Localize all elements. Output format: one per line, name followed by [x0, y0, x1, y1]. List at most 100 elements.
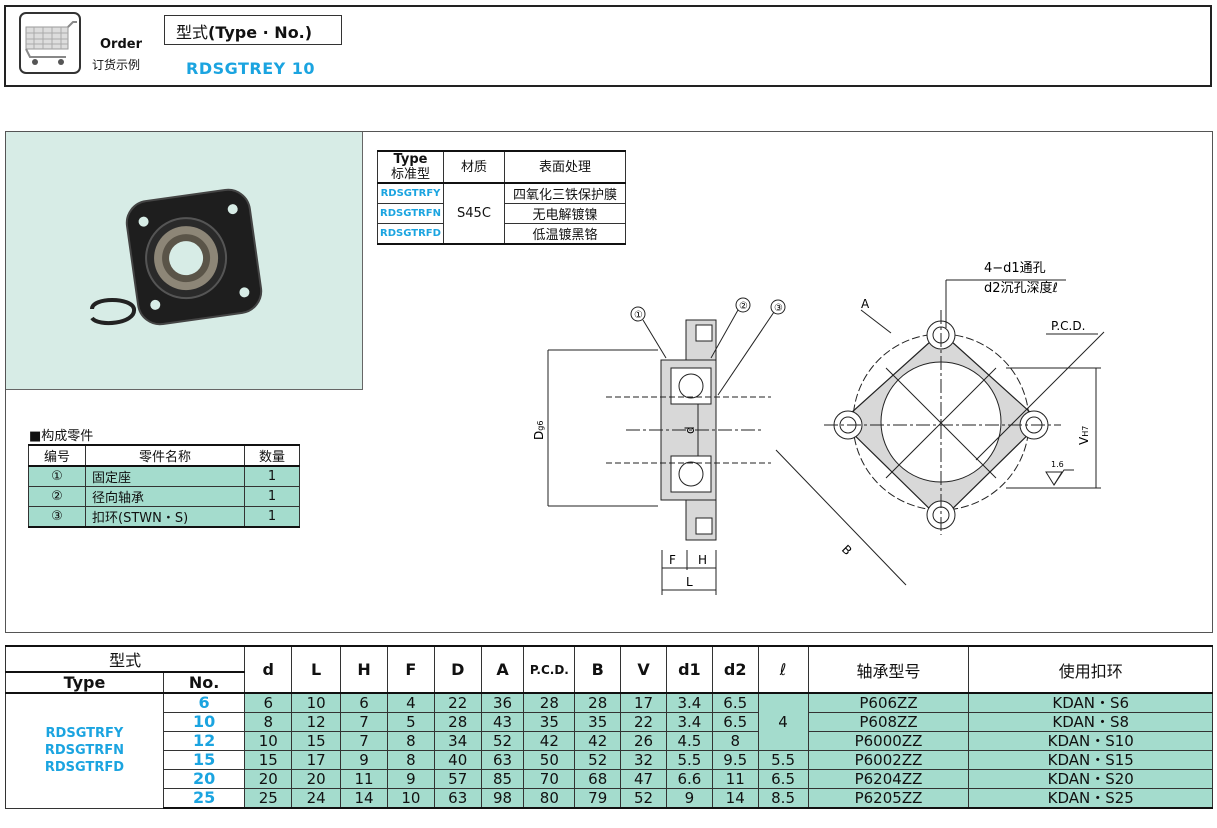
spec-header-type: Type: [5, 671, 164, 694]
spec-cell: 4: [386, 692, 435, 713]
part-num: ①: [28, 465, 86, 487]
spec-cell: 68: [574, 769, 622, 789]
type-number-label: (Type · No.): [208, 23, 313, 42]
spec-ell: 5.5: [757, 750, 809, 770]
spec-cell: 10: [291, 692, 342, 713]
callout-3: ③: [774, 303, 783, 314]
spec-cell: 11: [340, 769, 388, 789]
spec-col-a: A: [480, 645, 525, 694]
spec-type-code: RDSGTRFY: [45, 726, 124, 742]
spec-col-bearing: 轴承型号: [807, 645, 970, 694]
spec-cell: 17: [291, 750, 342, 770]
spec-cell: 3.4: [665, 712, 713, 732]
spec-no: 12: [162, 731, 246, 751]
spec-cell: 8: [711, 731, 759, 751]
spec-cell: 8: [244, 712, 293, 732]
spec-cell: 52: [574, 750, 622, 770]
spec-cell: 4.5: [665, 731, 713, 751]
spec-row: RDSGTRFY RDSGTRFN RDSGTRFD 6 6 10 6 4 22 36 28 28 17…: [5, 692, 1213, 809]
spec-cell: 11: [711, 769, 759, 789]
dim-v-sub: H7: [1081, 426, 1090, 437]
spec-col-big-d: D: [433, 645, 482, 694]
product-panel: Type 标准型 材质 表面处理 RDSGTRFY S45C 四氧化三铁保护膜 R…: [5, 131, 1213, 633]
dim-f: F: [669, 553, 676, 567]
spec-col-f: F: [386, 645, 435, 694]
material-header-surface: 表面处理: [503, 150, 626, 184]
spec-cell: 26: [620, 731, 667, 751]
parts-header-num: 编号: [28, 444, 86, 467]
spec-header-no: No.: [162, 671, 246, 694]
material-row-code: RDSGTRFN: [377, 203, 444, 224]
dim-a: A: [861, 297, 870, 311]
spec-col-b: B: [574, 645, 622, 694]
spec-cell: 43: [480, 712, 525, 732]
material-header-type: Type 标准型: [377, 150, 444, 184]
parts-row: ② 径向轴承 1: [28, 486, 300, 507]
spec-ell: 8.5: [757, 788, 809, 809]
spec-col-pcd: P.C.D.: [523, 645, 576, 694]
spec-row: 20 20 20 11 9 57 85 70 68 47 6.6 11 6.5 P6204ZZ KDAN・S…: [6, 769, 1213, 789]
spec-cell: 9: [386, 769, 435, 789]
side-section-view: [547, 297, 786, 595]
spec-cell: 7: [340, 731, 388, 751]
spec-no: 20: [162, 769, 246, 789]
spec-ring: KDAN・S8: [968, 712, 1213, 732]
type-prefix: 型式: [176, 23, 209, 42]
spec-cell: 5.5: [665, 750, 713, 770]
material-header-material: 材质: [442, 150, 505, 184]
spec-cell: 5: [386, 712, 435, 732]
hole-note-2: d2沉孔深度ℓ: [984, 280, 1058, 296]
material-row-code: RDSGTRFY: [377, 182, 444, 204]
spec-cell: 63: [433, 788, 482, 809]
spec-cell: 35: [574, 712, 622, 732]
spec-ring: KDAN・S25: [968, 788, 1213, 809]
spec-bearing: P6205ZZ: [807, 788, 970, 809]
spec-bearing: P606ZZ: [807, 692, 970, 713]
spec-bearing: P6000ZZ: [807, 731, 970, 751]
spec-cell: 57: [433, 769, 482, 789]
callout-1: ①: [634, 310, 643, 321]
order-label-cn: 订货示例: [92, 58, 141, 72]
dim-d: d: [683, 426, 697, 434]
part-name: 固定座: [85, 465, 245, 487]
spec-no: 25: [162, 788, 246, 809]
spec-col-d1: d1: [665, 645, 713, 694]
hole-note-1: 4−d1通孔: [984, 261, 1046, 276]
spec-cell: 9: [665, 788, 713, 809]
material-row-code: RDSGTRFD: [377, 223, 444, 245]
spec-ell: 6.5: [757, 769, 809, 789]
spec-cell: 47: [620, 769, 667, 789]
order-label: Order: [100, 37, 142, 52]
spec-cell: 10: [244, 731, 293, 751]
spec-col-h: H: [340, 645, 388, 694]
material-table: Type 标准型 材质 表面处理 RDSGTRFY S45C 四氧化三铁保护膜 R…: [377, 150, 626, 245]
spec-ring: KDAN・S20: [968, 769, 1213, 789]
parts-header-qty: 数量: [244, 444, 300, 467]
parts-row: ① 固定座 1: [28, 465, 300, 487]
spec-cell: 14: [711, 788, 759, 809]
spec-bearing: P6002ZZ: [807, 750, 970, 770]
spec-cell: 8: [386, 731, 435, 751]
spec-header-model: 型式: [4, 645, 246, 673]
spec-cell: 42: [574, 731, 622, 751]
parts-title: ■构成零件: [29, 429, 94, 444]
spec-no: 15: [162, 750, 246, 770]
spec-cell: 3.4: [665, 692, 713, 713]
part-num: ③: [28, 506, 86, 528]
spec-cell: 36: [480, 692, 525, 713]
spec-col-ring: 使用扣环: [968, 645, 1213, 694]
spec-cell: 14: [340, 788, 388, 809]
spec-col-d2: d2: [711, 645, 759, 694]
material-row-surface: 无电解镀镍: [503, 203, 626, 224]
spec-cell: 6.5: [711, 692, 759, 713]
spec-no: 10: [162, 712, 246, 732]
spec-cell: 98: [480, 788, 525, 809]
parts-header-name: 零件名称: [85, 444, 245, 467]
roughness-value: 1.6: [1051, 460, 1064, 469]
spec-cell: 35: [523, 712, 576, 732]
spec-type-code: RDSGTRFN: [44, 743, 125, 759]
spec-cell: 17: [620, 692, 667, 713]
spec-cell: 15: [291, 731, 342, 751]
spec-type-codes: RDSGTRFY RDSGTRFN RDSGTRFD: [5, 692, 164, 809]
spec-ring: KDAN・S10: [968, 731, 1213, 751]
